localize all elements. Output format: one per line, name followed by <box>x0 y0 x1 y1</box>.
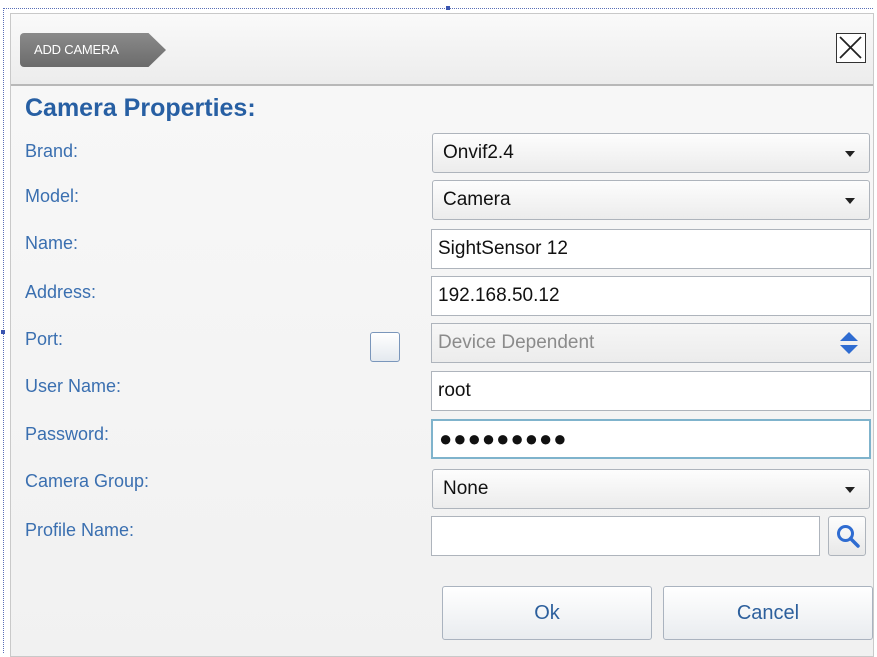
model-select[interactable]: Camera <box>432 180 870 220</box>
chevron-down-icon <box>845 198 855 204</box>
selection-handle <box>1 330 5 334</box>
search-icon[interactable] <box>828 516 866 556</box>
port-value: Device Dependent <box>438 332 595 353</box>
address-field[interactable]: 192.168.50.12 <box>431 276 871 316</box>
port-label: Port: <box>25 329 64 349</box>
selection-handle <box>446 6 450 10</box>
user-name-field[interactable]: root <box>431 371 871 411</box>
profile-name-label: Profile Name: <box>25 520 135 540</box>
dialog-title: ADD CAMERA <box>34 42 119 57</box>
password-label: Password: <box>25 424 110 444</box>
brand-value: Onvif2.4 <box>443 142 514 163</box>
address-value: 192.168.50.12 <box>438 285 560 306</box>
spinner-arrows-icon[interactable] <box>838 330 860 356</box>
close-icon[interactable] <box>836 33 866 63</box>
brand-select[interactable]: Onvif2.4 <box>432 133 870 173</box>
password-field[interactable]: ●●●●●●●●● <box>431 419 871 459</box>
port-checkbox[interactable] <box>370 332 400 362</box>
name-field[interactable]: SightSensor 12 <box>431 229 871 269</box>
camera-group-select[interactable]: None <box>432 469 870 509</box>
address-label: Address: <box>25 282 97 302</box>
user-name-value: root <box>438 380 471 401</box>
section-title: Camera Properties: <box>25 94 256 122</box>
screenshot-frame: ADD CAMERA Camera Properties: Brand: Onv… <box>0 0 877 657</box>
add-camera-dialog: ADD CAMERA Camera Properties: Brand: Onv… <box>10 13 874 657</box>
model-label: Model: <box>25 186 80 206</box>
name-label: Name: <box>25 233 79 253</box>
chevron-down-icon <box>845 151 855 157</box>
password-value: ●●●●●●●●● <box>439 426 568 451</box>
selection-border-top <box>3 8 873 9</box>
camera-group-label: Camera Group: <box>25 471 150 491</box>
user-name-label: User Name: <box>25 376 122 396</box>
port-spinner[interactable]: Device Dependent <box>431 323 871 363</box>
chevron-down-icon <box>845 487 855 493</box>
profile-name-field[interactable] <box>431 516 820 556</box>
ok-button[interactable]: Ok <box>442 586 652 640</box>
cancel-button[interactable]: Cancel <box>663 586 873 640</box>
add-camera-tab: ADD CAMERA <box>20 33 166 67</box>
brand-label: Brand: <box>25 141 79 161</box>
name-value: SightSensor 12 <box>438 238 568 259</box>
dialog-titlebar: ADD CAMERA <box>11 14 873 86</box>
camera-group-value: None <box>443 478 489 499</box>
model-value: Camera <box>443 189 511 210</box>
